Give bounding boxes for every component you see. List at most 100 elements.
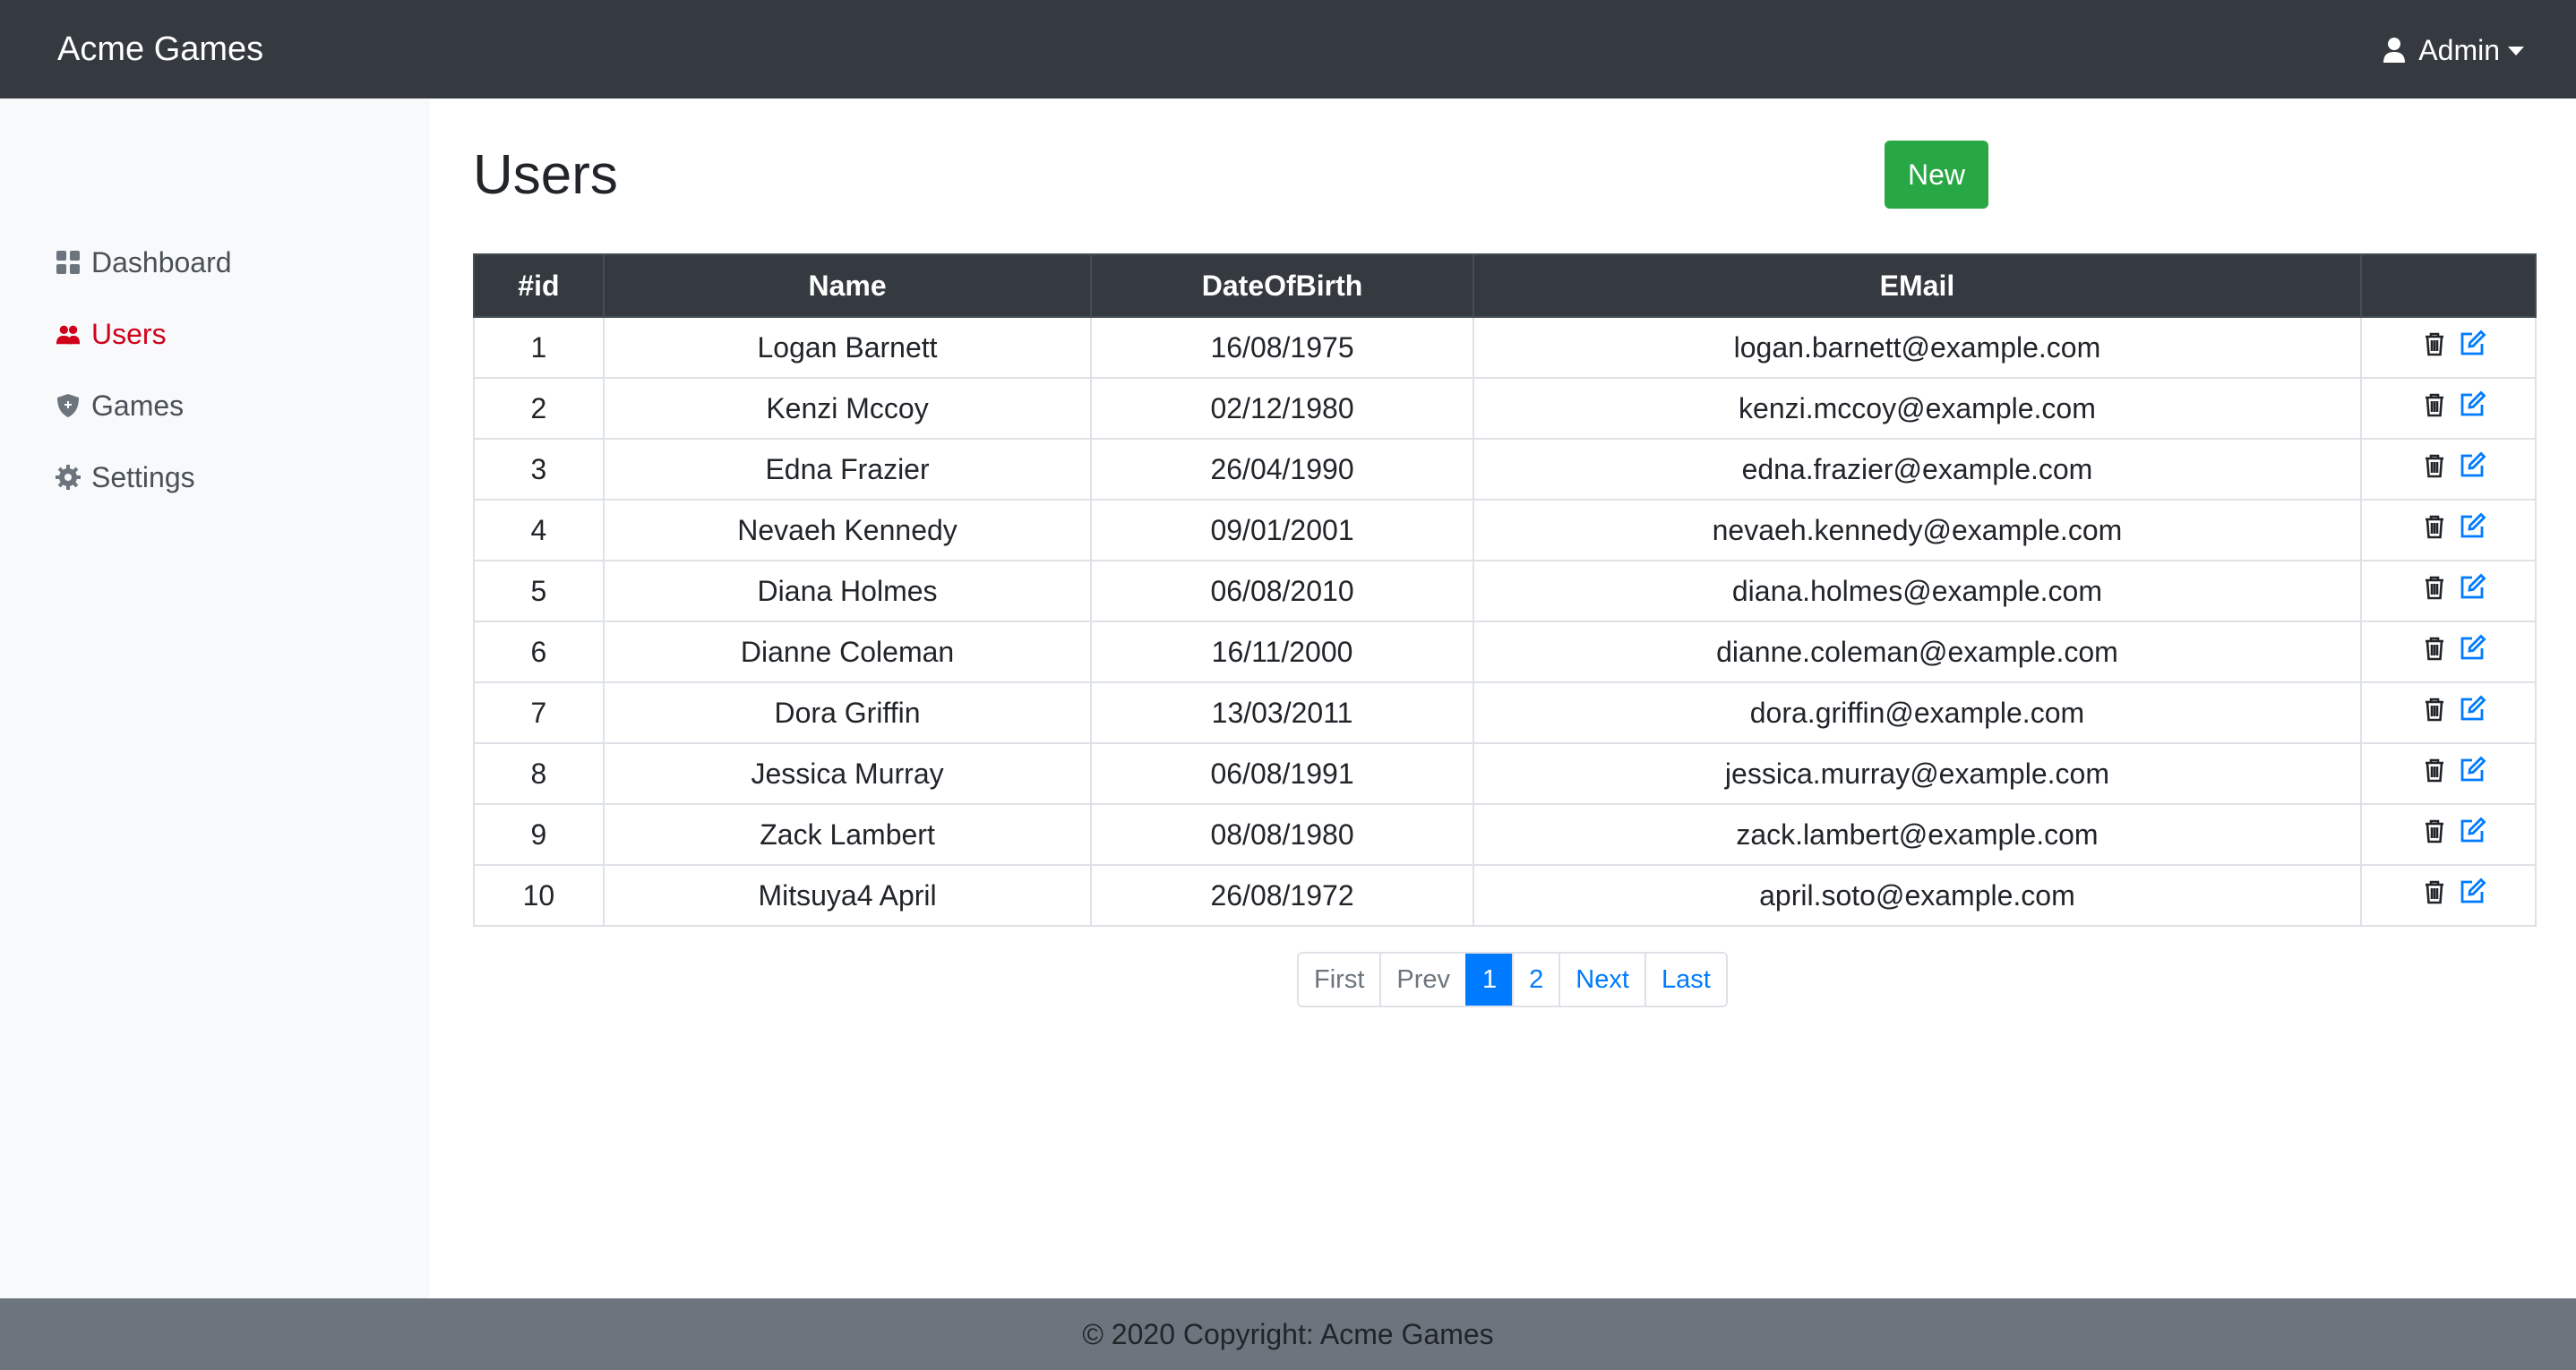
edit-icon[interactable]	[2458, 756, 2486, 784]
trash-icon[interactable]	[2420, 695, 2449, 724]
page-1-button[interactable]: 1	[1465, 954, 1513, 1006]
cell-dob: 16/08/1975	[1090, 316, 1474, 379]
page-first-button[interactable]: First	[1299, 954, 1380, 1006]
delete-user-button[interactable]	[2420, 330, 2449, 365]
trash-icon[interactable]	[2420, 573, 2449, 602]
delete-user-button[interactable]	[2420, 878, 2449, 913]
cell-actions	[2360, 560, 2537, 622]
column-header-id[interactable]: #id	[473, 253, 605, 318]
sidebar-item-users[interactable]: Users	[56, 312, 167, 356]
edit-user-button[interactable]	[2458, 512, 2486, 548]
cell-email: dora.griffin@example.com	[1472, 681, 2363, 744]
edit-icon[interactable]	[2458, 390, 2486, 419]
cell-name: Edna Frazier	[602, 438, 1093, 501]
edit-user-button[interactable]	[2458, 756, 2486, 792]
edit-user-button[interactable]	[2458, 817, 2486, 852]
edit-icon[interactable]	[2458, 330, 2486, 358]
cell-id: 5	[473, 560, 605, 622]
cell-name: Jessica Murray	[602, 742, 1093, 805]
edit-icon[interactable]	[2458, 817, 2486, 845]
cell-name: Mitsuya4 April	[602, 864, 1093, 927]
cell-dob: 08/08/1980	[1090, 803, 1474, 866]
cell-email: kenzi.mccoy@example.com	[1472, 377, 2363, 440]
page-last-button[interactable]: Last	[1644, 954, 1726, 1006]
user-menu-dropdown[interactable]: Admin	[2383, 29, 2524, 72]
edit-user-button[interactable]	[2458, 451, 2486, 487]
sidebar-item-label: Users	[91, 317, 167, 350]
row-actions	[2362, 390, 2535, 426]
cell-name: Diana Holmes	[602, 560, 1093, 622]
delete-user-button[interactable]	[2420, 451, 2449, 487]
cell-email: diana.holmes@example.com	[1472, 560, 2363, 622]
cell-id: 6	[473, 621, 605, 683]
trash-icon[interactable]	[2420, 756, 2449, 784]
cell-email: nevaeh.kennedy@example.com	[1472, 499, 2363, 561]
trash-icon[interactable]	[2420, 512, 2449, 541]
edit-user-button[interactable]	[2458, 573, 2486, 609]
cell-name: Kenzi Mccoy	[602, 377, 1093, 440]
cell-dob: 06/08/1991	[1090, 742, 1474, 805]
sidebar-item-label: Settings	[91, 460, 195, 493]
page-2-button[interactable]: 2	[1512, 954, 1559, 1006]
table-row: 7 Dora Griffin 13/03/2011 dora.griffin@exam…	[473, 681, 2537, 744]
cell-email: jessica.murray@example.com	[1472, 742, 2363, 805]
page-title: Users	[473, 144, 618, 206]
sidebar-item-label: Games	[91, 389, 185, 422]
delete-user-button[interactable]	[2420, 390, 2449, 426]
delete-user-button[interactable]	[2420, 512, 2449, 548]
cell-dob: 06/08/2010	[1090, 560, 1474, 622]
column-header-name[interactable]: Name	[602, 253, 1093, 318]
trash-icon[interactable]	[2420, 330, 2449, 358]
user-icon	[2383, 38, 2406, 63]
gear-icon	[56, 465, 81, 490]
sidebar-item-dashboard[interactable]: Dashboard	[56, 240, 232, 285]
edit-icon[interactable]	[2458, 634, 2486, 663]
delete-user-button[interactable]	[2420, 573, 2449, 609]
page-next-button[interactable]: Next	[1558, 954, 1644, 1006]
sidebar: Dashboard Users Games Settings	[0, 98, 430, 1298]
delete-user-button[interactable]	[2420, 756, 2449, 792]
cell-id: 3	[473, 438, 605, 501]
sidebar-item-settings[interactable]: Settings	[56, 455, 195, 500]
cell-id: 2	[473, 377, 605, 440]
cell-id: 1	[473, 316, 605, 379]
delete-user-button[interactable]	[2420, 634, 2449, 670]
table-header-row: #id Name DateOfBirth EMail	[473, 253, 2537, 318]
cell-email: april.soto@example.com	[1472, 864, 2363, 927]
column-header-email[interactable]: EMail	[1472, 253, 2363, 318]
trash-icon[interactable]	[2420, 451, 2449, 480]
trash-icon[interactable]	[2420, 390, 2449, 419]
trash-icon[interactable]	[2420, 634, 2449, 663]
trash-icon[interactable]	[2420, 817, 2449, 845]
cell-dob: 09/01/2001	[1090, 499, 1474, 561]
new-user-button[interactable]: New	[1885, 141, 1988, 209]
edit-icon[interactable]	[2458, 878, 2486, 906]
edit-icon[interactable]	[2458, 573, 2486, 602]
edit-user-button[interactable]	[2458, 634, 2486, 670]
cell-dob: 16/11/2000	[1090, 621, 1474, 683]
cell-dob: 26/04/1990	[1090, 438, 1474, 501]
edit-user-button[interactable]	[2458, 878, 2486, 913]
edit-user-button[interactable]	[2458, 330, 2486, 365]
users-table: #id Name DateOfBirth EMail 1 Logan Barnet…	[473, 253, 2537, 927]
cell-actions	[2360, 621, 2537, 683]
trash-icon[interactable]	[2420, 878, 2449, 906]
row-actions	[2362, 573, 2535, 609]
edit-icon[interactable]	[2458, 512, 2486, 541]
column-header-dob[interactable]: DateOfBirth	[1090, 253, 1474, 318]
table-row: 4 Nevaeh Kennedy 09/01/2001 nevaeh.kennedy@…	[473, 499, 2537, 561]
edit-icon[interactable]	[2458, 695, 2486, 724]
sidebar-item-games[interactable]: Games	[56, 383, 184, 428]
edit-user-button[interactable]	[2458, 390, 2486, 426]
brand-title[interactable]: Acme Games	[57, 27, 263, 72]
user-menu-label: Admin	[2418, 34, 2500, 66]
delete-user-button[interactable]	[2420, 695, 2449, 731]
row-actions	[2362, 695, 2535, 731]
delete-user-button[interactable]	[2420, 817, 2449, 852]
cell-name: Dianne Coleman	[602, 621, 1093, 683]
edit-icon[interactable]	[2458, 451, 2486, 480]
page-prev-button[interactable]: Prev	[1379, 954, 1466, 1006]
cell-actions	[2360, 803, 2537, 866]
edit-user-button[interactable]	[2458, 695, 2486, 731]
cell-dob: 13/03/2011	[1090, 681, 1474, 744]
